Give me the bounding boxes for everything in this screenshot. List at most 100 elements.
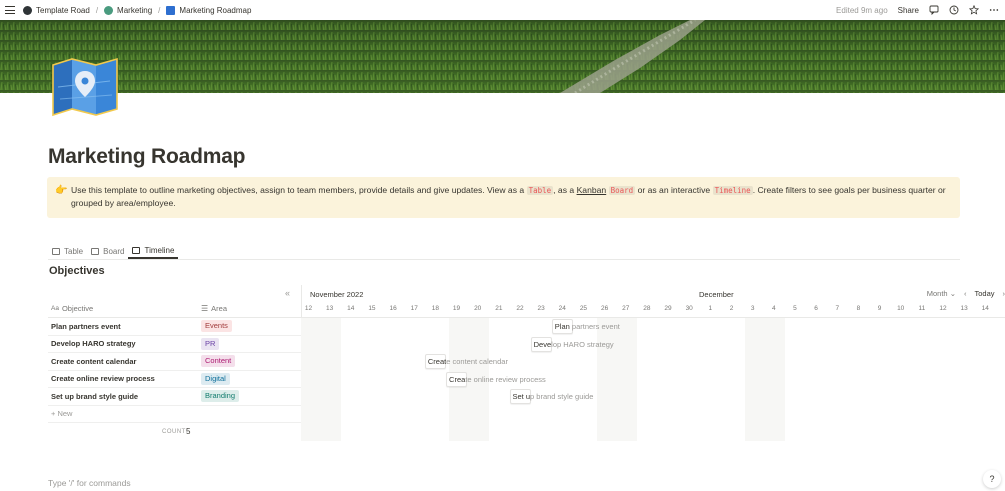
pointing-hand-icon: 👉	[55, 185, 68, 196]
marketing-icon	[104, 5, 114, 15]
day-label: 8	[856, 305, 861, 312]
edited-timestamp: Edited 9m ago	[836, 5, 888, 15]
collapse-table-icon[interactable]: «	[285, 288, 290, 298]
timeline-bar[interactable]: Create online review process	[446, 371, 546, 387]
database-title[interactable]: Objectives	[49, 265, 105, 277]
today-button[interactable]: Today	[974, 289, 994, 298]
day-label: 22	[516, 305, 524, 312]
breadcrumb-item-template-road[interactable]: Template Road	[23, 5, 90, 15]
day-label: 29	[664, 305, 672, 312]
area-cell[interactable]: Content	[198, 355, 301, 368]
day-label: 23	[537, 305, 545, 312]
day-label: 16	[389, 305, 397, 312]
area-cell[interactable]: PR	[198, 337, 301, 350]
day-label: 21	[495, 305, 503, 312]
day-label: 28	[643, 305, 651, 312]
breadcrumb-item-marketing-roadmap[interactable]: Marketing Roadmap	[166, 5, 251, 15]
top-bar: Template Road / Marketing / Marketing Ro…	[0, 0, 1005, 20]
list-property-icon: ☰	[201, 304, 209, 313]
tab-board[interactable]: Board	[87, 240, 128, 259]
weekend-column	[301, 318, 342, 441]
day-label: 12	[939, 305, 947, 312]
day-label: 6	[814, 305, 818, 312]
table-row[interactable]: Set up brand style guide Branding	[48, 388, 301, 406]
column-header-area[interactable]: ☰ Area	[198, 304, 301, 313]
day-label: 3	[750, 305, 755, 312]
column-header-objective[interactable]: Aa Objective	[48, 304, 198, 313]
new-row-button[interactable]: + New	[48, 406, 301, 423]
inline-code-board: Board	[608, 186, 636, 195]
timeline-controls: Month ⌄ ‹ Today ›	[927, 289, 1005, 298]
day-label: 25	[579, 305, 588, 312]
table-icon	[52, 247, 60, 255]
cover-image	[0, 20, 1005, 93]
help-button[interactable]: ?	[983, 470, 1001, 488]
day-label: 13	[326, 305, 334, 312]
objective-cell[interactable]: Plan partners event	[48, 322, 198, 331]
table-row[interactable]: Create content calendar Content	[48, 353, 301, 371]
timeline-grid: November 2022 December Month ⌄ ‹ Today ›…	[301, 285, 1005, 441]
day-label: 14	[347, 305, 355, 312]
table-row[interactable]: Develop HARO strategy PR	[48, 336, 301, 353]
breadcrumb-item-marketing[interactable]: Marketing	[104, 5, 152, 15]
timeline-bar[interactable]: Create content calendar	[424, 354, 508, 369]
month-label-december: December	[699, 290, 734, 299]
day-label: 10	[897, 305, 905, 312]
workspace-icon	[23, 5, 32, 15]
timeline-bar[interactable]: Develop HARO strategy	[530, 336, 614, 352]
table-row[interactable]: Create online review process Digital	[48, 371, 301, 388]
timeline-table: Aa Objective ☰ Area Plan partners event E…	[48, 300, 301, 443]
day-label: 17	[410, 305, 418, 312]
page-title[interactable]: Marketing Roadmap	[48, 145, 246, 169]
day-label: 1	[708, 305, 713, 312]
area-tag: Digital	[201, 372, 230, 385]
view-scale-dropdown[interactable]: Month ⌄	[927, 289, 956, 298]
timeline-bar-label: Plan partners event	[554, 322, 620, 331]
inline-code-table: Table	[526, 186, 554, 195]
day-label: 2	[729, 305, 734, 312]
objective-cell[interactable]: Create content calendar	[48, 357, 198, 366]
count-footer[interactable]: COUNT 5	[48, 423, 301, 443]
callout-line-1: Use this template to outline marketing o…	[71, 185, 946, 195]
day-label: 7	[835, 305, 840, 312]
area-cell[interactable]: Branding	[198, 390, 301, 403]
tab-timeline[interactable]: Timeline	[128, 240, 179, 259]
area-cell[interactable]: Events	[198, 320, 301, 333]
day-label: 9	[877, 305, 882, 312]
page-map-icon[interactable]	[50, 57, 120, 117]
weekend-column	[745, 318, 786, 441]
menu-icon[interactable]	[5, 6, 15, 14]
objective-cell[interactable]: Set up brand style guide	[48, 392, 198, 401]
updates-icon[interactable]	[949, 5, 959, 15]
timeline-bar[interactable]: Set up brand style guide	[509, 389, 594, 404]
callout-line-2: grouped by area/employee.	[71, 198, 176, 208]
title-property-icon: Aa	[51, 305, 59, 312]
share-button[interactable]: Share	[898, 6, 919, 15]
day-label: 30	[685, 305, 693, 312]
objective-cell[interactable]: Develop HARO strategy	[48, 339, 198, 348]
board-icon	[91, 247, 100, 255]
day-label: 5	[793, 305, 797, 312]
area-cell[interactable]: Digital	[198, 372, 301, 385]
day-label: 24	[558, 305, 566, 312]
more-options-icon[interactable]	[989, 5, 999, 15]
table-row[interactable]: Plan partners event Events	[48, 318, 301, 336]
tab-table[interactable]: Table	[48, 240, 87, 259]
map-icon	[166, 5, 176, 15]
area-tag: PR	[201, 337, 220, 350]
day-label: 26	[600, 305, 609, 312]
day-label: 18	[431, 305, 439, 312]
callout[interactable]: 👉 Use this template to outline marketing…	[47, 177, 960, 218]
timeline-bar[interactable]: Plan partners event	[551, 319, 620, 334]
comment-icon[interactable]	[929, 5, 939, 15]
command-hint[interactable]: Type '/' for commands	[48, 478, 131, 488]
month-label-november: November 2022	[310, 290, 364, 299]
day-label: 14	[981, 305, 989, 312]
favorite-star-icon[interactable]	[969, 5, 979, 15]
area-tag: Branding	[201, 390, 240, 403]
objective-cell[interactable]: Create online review process	[48, 374, 198, 383]
timeline-bar-label: Set up brand style guide	[512, 392, 594, 401]
kanban-link[interactable]: Kanban	[577, 185, 607, 195]
timeline-bar-label: Create content calendar	[427, 357, 508, 366]
prev-arrow-icon[interactable]: ‹	[964, 289, 967, 298]
